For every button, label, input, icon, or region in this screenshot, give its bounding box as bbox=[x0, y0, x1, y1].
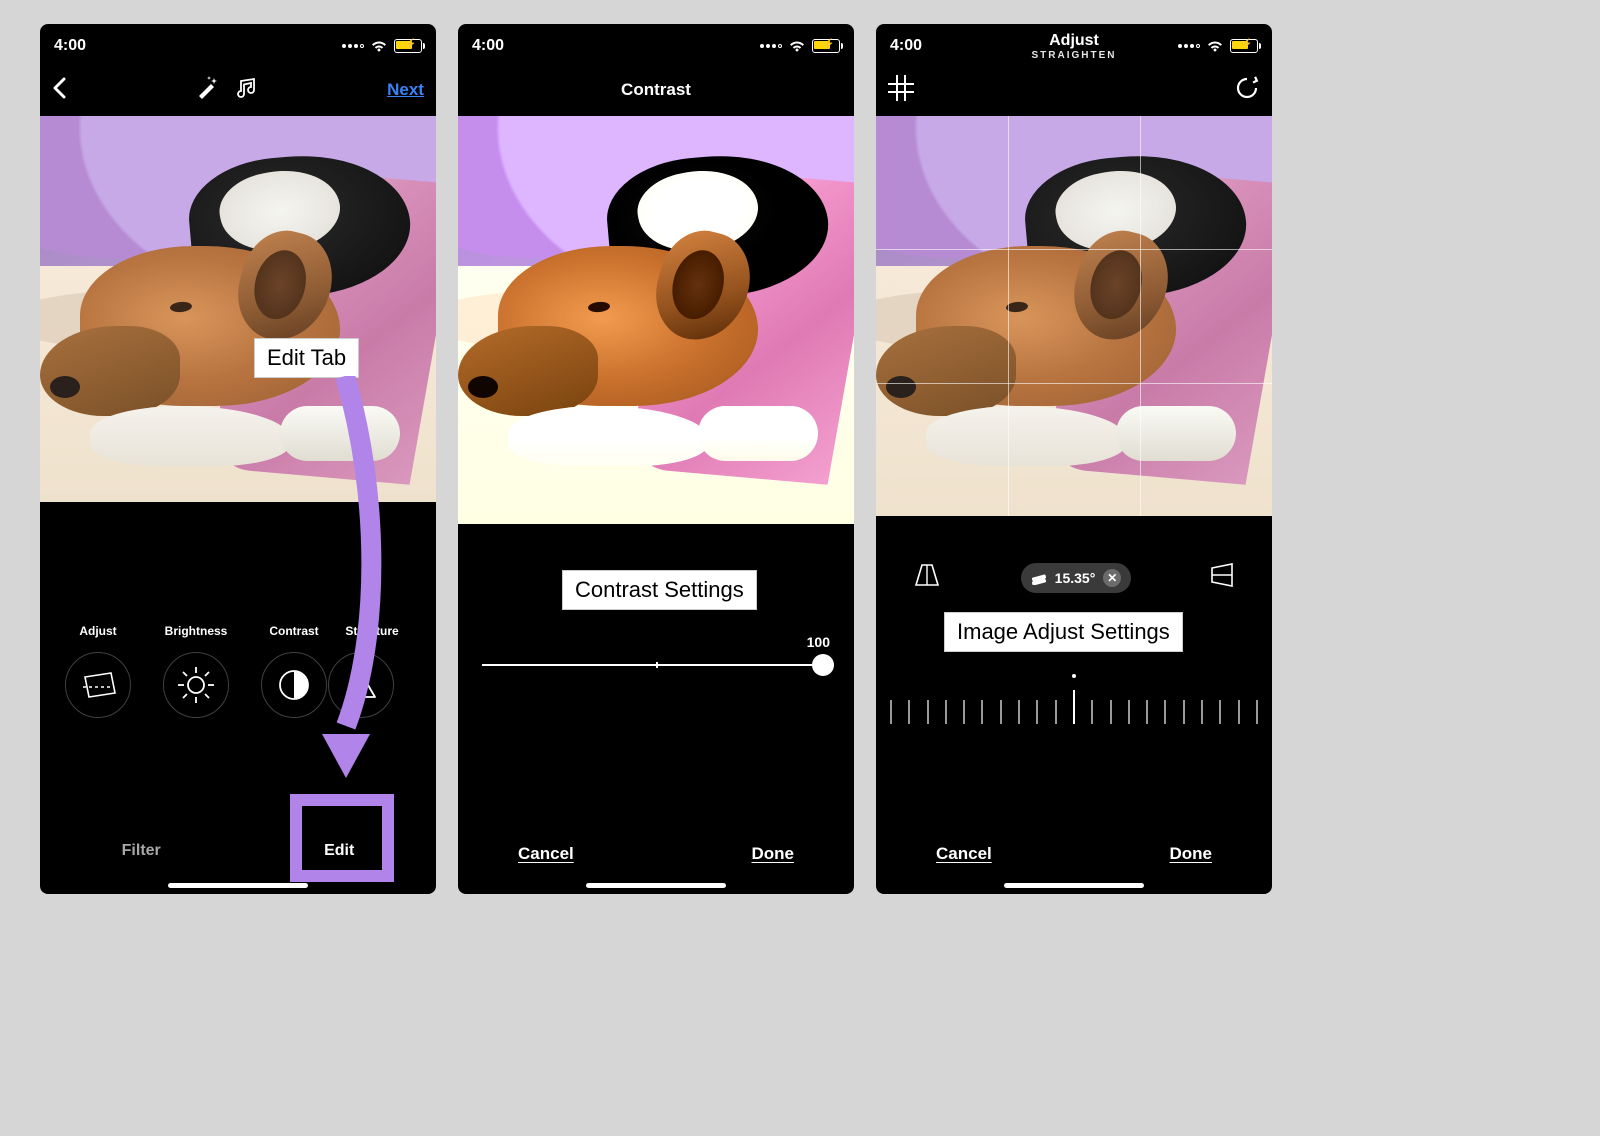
status-bar: 4:00 ⚡ bbox=[40, 24, 436, 64]
done-button[interactable]: Done bbox=[752, 844, 795, 864]
signal-dots-icon bbox=[342, 44, 364, 48]
contrast-slider[interactable]: 100 bbox=[482, 664, 830, 666]
tool-contrast[interactable]: Contrast bbox=[246, 624, 342, 718]
signal-dots-icon bbox=[1178, 44, 1200, 48]
phone-screen-edit: 4:00 ⚡ Next Adjust bbox=[40, 24, 436, 894]
wifi-icon bbox=[1206, 39, 1224, 53]
nav-bar: Contrast bbox=[458, 64, 854, 116]
battery-charging-icon: ⚡ bbox=[394, 39, 422, 53]
home-indicator[interactable] bbox=[1004, 883, 1144, 888]
status-indicators: ⚡ bbox=[342, 39, 422, 53]
slider-value: 100 bbox=[807, 634, 830, 650]
annotation-contrast-settings: Contrast Settings bbox=[562, 570, 757, 610]
annotation-arrow-head-icon bbox=[322, 734, 370, 778]
adjust-crop-icon bbox=[77, 669, 119, 701]
next-button[interactable]: Next bbox=[387, 80, 424, 100]
tool-structure[interactable]: Structure bbox=[344, 624, 400, 718]
perspective-controls: 15.35° ✕ bbox=[876, 562, 1272, 593]
cancel-button[interactable]: Cancel bbox=[936, 844, 992, 864]
skew-vertical-icon[interactable] bbox=[1210, 562, 1236, 593]
tool-adjust[interactable]: Adjust bbox=[50, 624, 146, 718]
reset-icon[interactable] bbox=[1234, 75, 1260, 106]
highlight-box bbox=[290, 794, 394, 882]
wifi-icon bbox=[370, 39, 388, 53]
photo-preview[interactable] bbox=[40, 116, 436, 502]
status-indicators: ⚡ bbox=[1178, 39, 1258, 53]
battery-charging-icon: ⚡ bbox=[812, 39, 840, 53]
nav-bar: Adjust STRAIGHTEN bbox=[876, 64, 1272, 116]
angle-readout[interactable]: 15.35° ✕ bbox=[1021, 563, 1132, 593]
magic-wand-icon[interactable] bbox=[195, 76, 219, 105]
signal-dots-icon bbox=[760, 44, 782, 48]
skew-horizontal-icon[interactable] bbox=[912, 563, 942, 592]
home-indicator[interactable] bbox=[586, 883, 726, 888]
contrast-half-circle-icon bbox=[277, 668, 311, 702]
tool-brightness[interactable]: Brightness bbox=[148, 624, 244, 718]
page-title: Contrast bbox=[458, 80, 854, 100]
dial-marker-icon bbox=[1072, 674, 1076, 678]
brightness-sun-icon bbox=[176, 665, 216, 705]
slider-thumb[interactable] bbox=[812, 654, 834, 676]
status-bar: 4:00 ⚡ bbox=[458, 24, 854, 64]
straighten-dial[interactable] bbox=[890, 684, 1258, 724]
home-indicator[interactable] bbox=[168, 883, 308, 888]
music-icon[interactable] bbox=[237, 77, 259, 104]
slider-track[interactable] bbox=[482, 664, 830, 666]
annotation-edit-tab: Edit Tab bbox=[254, 338, 359, 378]
footer-actions: Cancel Done bbox=[876, 844, 1272, 864]
wifi-icon bbox=[788, 39, 806, 53]
phone-screen-adjust: 4:00 ⚡ Adjust STRAIGHTEN bbox=[876, 24, 1272, 894]
structure-triangle-icon bbox=[343, 669, 379, 701]
photo-preview[interactable] bbox=[876, 116, 1272, 516]
angle-value: 15.35° bbox=[1055, 570, 1096, 586]
grid-icon[interactable] bbox=[888, 75, 914, 106]
status-time: 4:00 bbox=[890, 37, 922, 55]
status-indicators: ⚡ bbox=[760, 39, 840, 53]
photo-preview[interactable] bbox=[458, 116, 854, 524]
slider-center-tick-icon bbox=[656, 662, 658, 668]
status-bar: 4:00 ⚡ bbox=[876, 24, 1272, 64]
status-time: 4:00 bbox=[54, 37, 86, 55]
clear-angle-icon[interactable]: ✕ bbox=[1103, 569, 1121, 587]
tab-filter[interactable]: Filter bbox=[94, 832, 189, 870]
edit-tools-row: Adjust Brightness Contrast Structure bbox=[40, 624, 436, 718]
battery-charging-icon: ⚡ bbox=[1230, 39, 1258, 53]
footer-actions: Cancel Done bbox=[458, 844, 854, 864]
phone-screen-contrast: 4:00 ⚡ Contrast Contrast Settings 100 Ca… bbox=[458, 24, 854, 894]
nav-bar: Next bbox=[40, 64, 436, 116]
status-time: 4:00 bbox=[472, 37, 504, 55]
back-button[interactable] bbox=[52, 75, 66, 106]
straighten-icon bbox=[1031, 571, 1047, 585]
annotation-adjust-settings: Image Adjust Settings bbox=[944, 612, 1183, 652]
done-button[interactable]: Done bbox=[1170, 844, 1213, 864]
cancel-button[interactable]: Cancel bbox=[518, 844, 574, 864]
